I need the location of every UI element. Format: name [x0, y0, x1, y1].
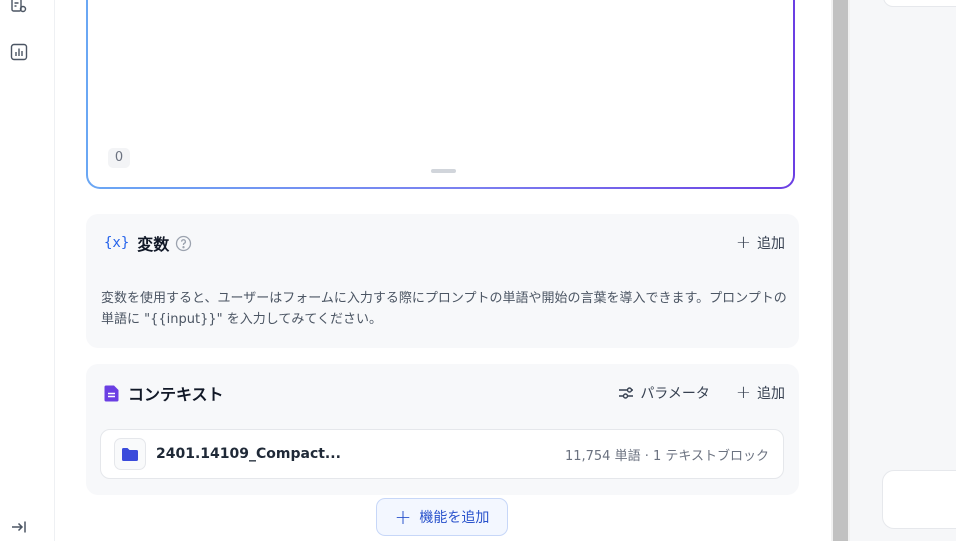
variables-card: {x} 変数 + 追加 変数を使用すると、ユーザーはフォームに入力する際にプロン…: [86, 214, 799, 348]
context-title: コンテキスト: [128, 385, 224, 404]
add-variable-label: 追加: [757, 236, 785, 252]
chart-icon[interactable]: [9, 42, 29, 62]
plus-icon: +: [394, 505, 412, 529]
scrollbar[interactable]: [831, 0, 850, 541]
app-root: 0 {x} 変数 + 追加 変数を使用すると、ユーザーはフォームに入力する際にプ…: [0, 0, 956, 541]
file-name: 2401.14109_Compact...: [156, 446, 341, 462]
scrollbar-thumb[interactable]: [833, 0, 848, 541]
document-icon: [104, 384, 120, 402]
variables-header: {x} 変数 + 追加: [104, 230, 785, 256]
help-icon[interactable]: [175, 235, 192, 252]
plus-icon: +: [735, 232, 751, 253]
expand-right-icon[interactable]: [9, 517, 29, 537]
add-context-label: 追加: [757, 386, 785, 402]
context-file-item[interactable]: 2401.14109_Compact... 11,754 単語 · 1 テキスト…: [100, 429, 784, 479]
variables-description: 変数を使用すると、ユーザーはフォームに入力する際にプロンプトの単語や開始の言葉を…: [101, 291, 787, 327]
variables-title: 変数: [137, 235, 170, 254]
add-feature-label: 機能を追加: [419, 510, 490, 526]
settings-list-icon[interactable]: [9, 0, 29, 16]
sliders-icon: [618, 386, 634, 400]
right-panel: [850, 0, 956, 541]
add-variable-button[interactable]: + 追加: [736, 231, 785, 255]
plus-icon: +: [735, 382, 751, 403]
context-header: コンテキスト パラメータ + 追加: [104, 380, 785, 406]
right-panel-top-card: [883, 0, 956, 7]
main-panel: 0 {x} 変数 + 追加 変数を使用すると、ユーザーはフォームに入力する際にプ…: [55, 0, 831, 541]
variable-icon: {x}: [104, 235, 130, 251]
context-card: コンテキスト パラメータ + 追加 2401.14109_Compact... …: [86, 364, 799, 495]
right-panel-input-box[interactable]: [882, 470, 956, 529]
folder-icon: [114, 438, 146, 470]
add-context-button[interactable]: + 追加: [736, 381, 785, 405]
file-meta: 11,754 単語 · 1 テキストブロック: [564, 448, 769, 464]
char-count: 0: [108, 148, 130, 168]
parameters-button[interactable]: パラメータ: [618, 381, 710, 405]
parameters-label: パラメータ: [640, 386, 710, 402]
resize-handle[interactable]: [431, 169, 456, 173]
prompt-editor[interactable]: 0: [86, 0, 795, 189]
add-feature-button[interactable]: + 機能を追加: [376, 498, 508, 536]
left-sidebar: [0, 0, 55, 541]
